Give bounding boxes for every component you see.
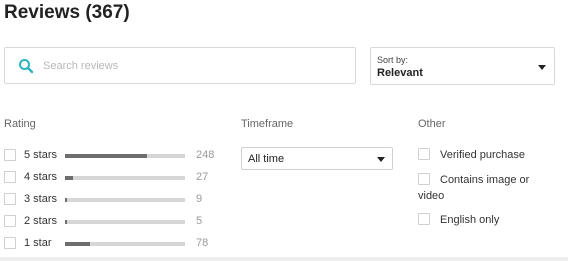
timeframe-label: Timeframe <box>241 118 294 130</box>
rating-label: Rating <box>4 118 36 130</box>
rating-filter-label: 5 stars <box>24 149 58 161</box>
filter-label: Verified purchase <box>440 149 525 161</box>
timeframe-value: All time <box>248 153 285 165</box>
checkbox[interactable] <box>4 171 16 183</box>
sort-caption: Sort by: <box>377 55 409 65</box>
rating-filter-2-stars[interactable]: 2 stars 5 <box>4 214 224 230</box>
search-box[interactable] <box>4 47 356 84</box>
rating-bar <box>65 198 185 202</box>
rating-bar-fill <box>65 176 73 180</box>
timeframe-dropdown[interactable]: All time <box>241 147 393 170</box>
rating-count: 5 <box>196 215 203 227</box>
divider <box>0 257 568 261</box>
filter-contains-image[interactable]: Contains image or video <box>418 173 566 205</box>
rating-filter-1-star[interactable]: 1 star 78 <box>4 236 224 252</box>
rating-count: 248 <box>196 149 215 161</box>
rating-bar <box>65 154 185 158</box>
checkbox[interactable] <box>4 193 16 205</box>
filter-verified-purchase[interactable]: Verified purchase <box>418 148 566 164</box>
search-input[interactable] <box>43 57 343 75</box>
chevron-down-icon <box>538 65 546 70</box>
rating-bar-fill <box>65 198 67 202</box>
rating-count: 9 <box>196 193 203 205</box>
rating-filter-3-stars[interactable]: 3 stars 9 <box>4 192 224 208</box>
rating-bar-fill <box>65 154 147 158</box>
rating-filter-4-stars[interactable]: 4 stars 27 <box>4 170 224 186</box>
checkbox[interactable] <box>418 173 430 185</box>
checkbox[interactable] <box>4 237 16 249</box>
sort-value: Relevant <box>377 67 423 79</box>
rating-bar-fill <box>65 220 67 224</box>
rating-filter-label: 3 stars <box>24 193 58 205</box>
search-icon <box>18 58 34 74</box>
checkbox[interactable] <box>4 149 16 161</box>
filter-label: English only <box>440 214 500 226</box>
filter-label-continued: video <box>418 190 445 202</box>
filter-english-only[interactable]: English only <box>418 213 566 229</box>
checkbox[interactable] <box>4 215 16 227</box>
rating-filter-5-stars[interactable]: 5 stars 248 <box>4 148 224 164</box>
sort-dropdown[interactable]: Sort by: Relevant <box>370 47 555 85</box>
rating-filter-label: 2 stars <box>24 215 58 227</box>
rating-filter-label: 1 star <box>24 237 52 249</box>
other-label: Other <box>418 118 446 130</box>
rating-bar <box>65 176 185 180</box>
filter-label: Contains image or <box>440 174 530 186</box>
chevron-down-icon <box>377 157 385 162</box>
rating-bar <box>65 242 185 246</box>
rating-count: 27 <box>196 171 209 183</box>
checkbox[interactable] <box>418 148 430 160</box>
page-title: Reviews (367) <box>4 2 130 23</box>
rating-bar-fill <box>65 242 90 246</box>
rating-bar <box>65 220 185 224</box>
checkbox[interactable] <box>418 213 430 225</box>
rating-count: 78 <box>196 237 209 249</box>
rating-filter-label: 4 stars <box>24 171 58 183</box>
